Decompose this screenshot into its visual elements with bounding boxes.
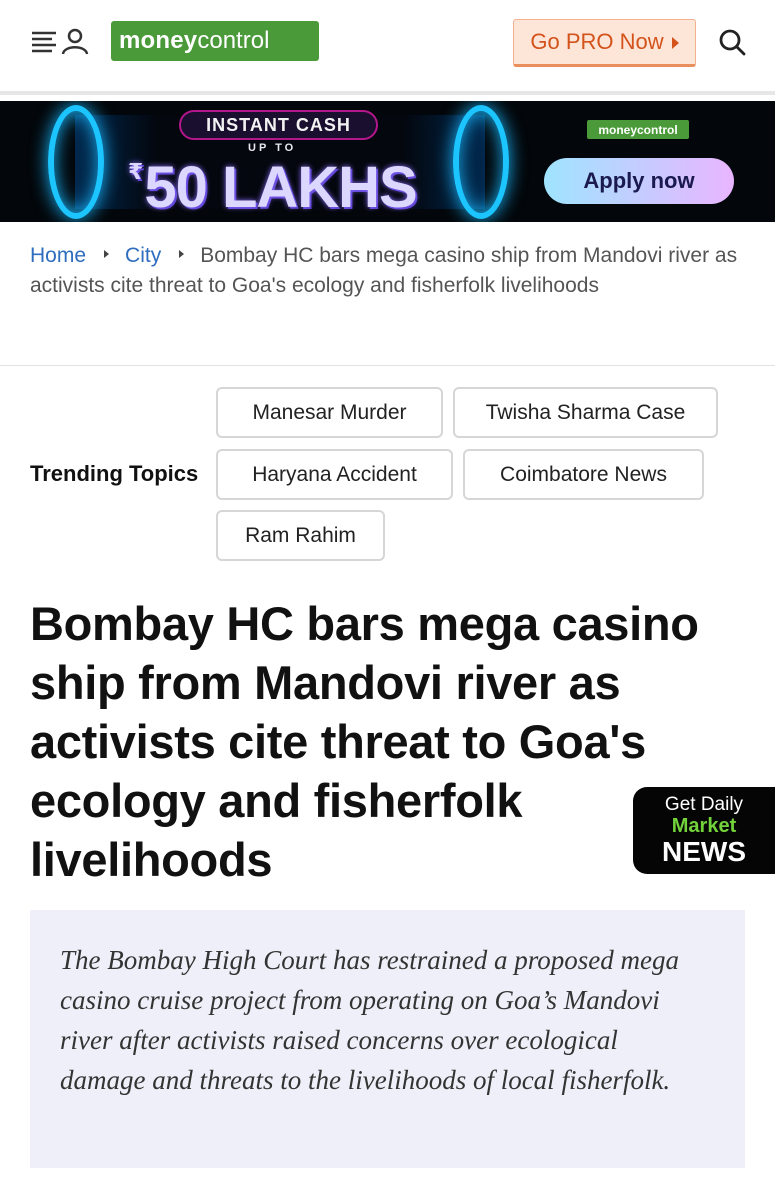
neon-ring-right	[453, 105, 509, 219]
menu-profile-button[interactable]	[30, 26, 92, 56]
up-to-label: UP TO	[248, 142, 297, 154]
chevron-right-icon	[179, 250, 185, 259]
loan-amount: ₹50 LAKHS	[128, 155, 428, 217]
neon-ring-left	[48, 105, 104, 219]
breadcrumb-city[interactable]: City	[125, 244, 161, 267]
rupee-symbol: ₹	[128, 159, 143, 184]
site-header: money control Go PRO Now	[0, 0, 775, 90]
topic-chip[interactable]: Manesar Murder	[216, 387, 443, 438]
section-divider	[0, 365, 775, 366]
topic-chip[interactable]: Haryana Accident	[216, 449, 453, 500]
trending-topics-label: Trending Topics	[30, 461, 199, 486]
badge-line-3: NEWS	[662, 836, 746, 867]
daily-market-news-badge[interactable]: Get Daily Market NEWS	[633, 787, 775, 874]
topic-chip[interactable]: Twisha Sharma Case	[453, 387, 718, 438]
search-icon	[719, 29, 746, 56]
breadcrumb-home[interactable]: Home	[30, 244, 86, 267]
article-summary-box: The Bombay High Court has restrained a p…	[30, 910, 745, 1168]
ad-banner[interactable]: INSTANT CASH UP TO ₹50 LAKHS moneycontro…	[0, 101, 775, 222]
header-divider	[0, 91, 775, 95]
chevron-right-icon	[104, 250, 110, 259]
badge-line-1: Get Daily	[664, 794, 744, 815]
apply-now-button[interactable]: Apply now	[544, 158, 734, 204]
instant-cash-tag: INSTANT CASH	[179, 110, 378, 140]
search-button[interactable]	[716, 26, 748, 58]
go-pro-button[interactable]: Go PRO Now	[513, 19, 696, 67]
hamburger-user-icon	[32, 28, 89, 55]
badge-line-2: Market	[671, 815, 737, 837]
article-summary: The Bombay High Court has restrained a p…	[60, 945, 679, 1095]
breadcrumb: Home City Bombay HC bars mega casino ship …	[30, 241, 742, 301]
topic-chip[interactable]: Coimbatore News	[463, 449, 704, 500]
amount-text: 50 LAKHS	[144, 155, 417, 220]
go-pro-label: Go PRO Now	[530, 29, 664, 54]
topic-chip[interactable]: Ram Rahim	[216, 510, 385, 561]
moneycontrol-logo[interactable]: money control	[111, 21, 319, 61]
play-arrow-icon	[671, 37, 679, 49]
banner-logo: moneycontrol	[587, 120, 689, 139]
